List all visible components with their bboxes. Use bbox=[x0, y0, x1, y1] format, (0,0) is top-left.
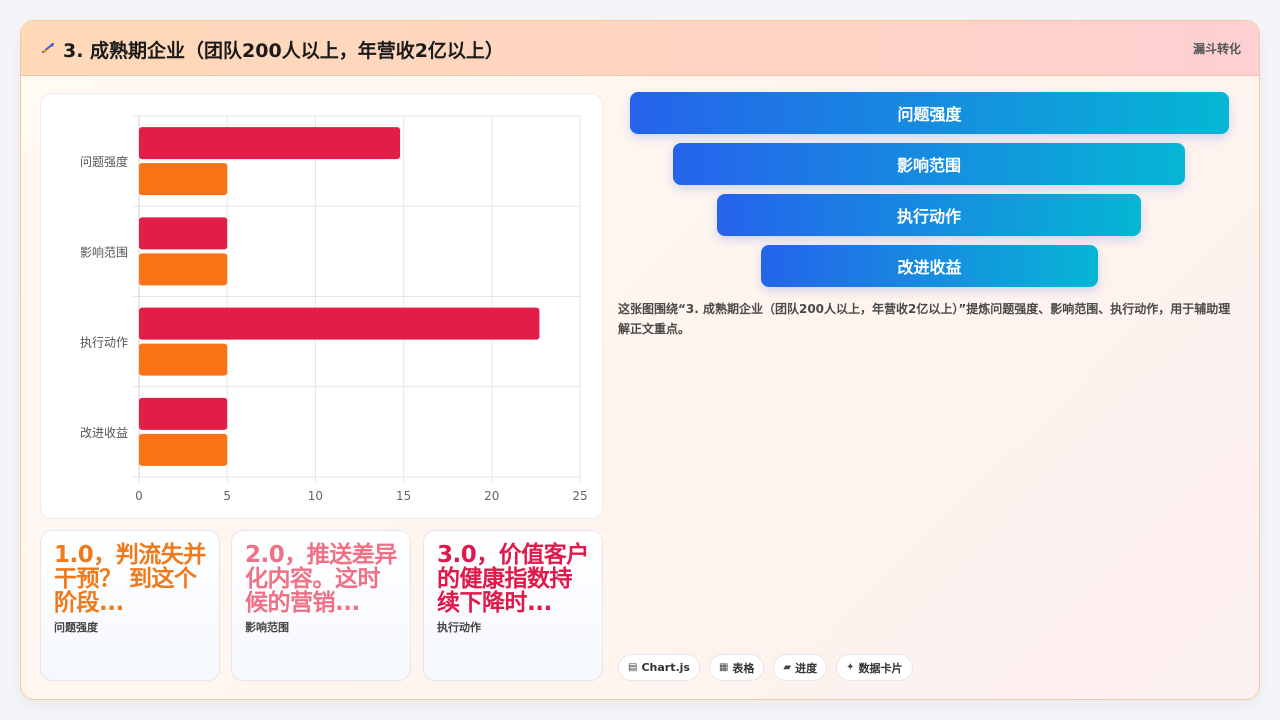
funnel-step-2: 影响范围 bbox=[673, 143, 1185, 185]
x-tick-label: 10 bbox=[308, 489, 323, 503]
sparkle-icon: ✦ bbox=[846, 662, 855, 673]
y-tick-label: 影响范围 bbox=[80, 244, 128, 259]
y-tick-label: 问题强度 bbox=[80, 154, 128, 169]
chip-label: Chart.js bbox=[641, 661, 690, 674]
stat-value: 2.0，推送差异化内容。这时候的营销... bbox=[245, 542, 397, 616]
table-icon: ▦ bbox=[718, 662, 729, 673]
progress-icon: ▰ bbox=[783, 662, 792, 673]
bar bbox=[139, 163, 228, 196]
x-tick-label: 15 bbox=[396, 489, 411, 503]
chip-progress[interactable]: ▰ 进度 bbox=[773, 654, 828, 681]
stat-label: 执行动作 bbox=[437, 621, 481, 634]
funnel-step-3: 执行动作 bbox=[717, 194, 1141, 236]
stat-card-3: 3.0，价值客户的健康指数持续下降时... 执行动作 bbox=[423, 530, 603, 681]
funnel-step-4: 改进收益 bbox=[761, 245, 1098, 287]
bar-chart-panel: 0 5 10 15 20 25 问题强度影响范围执行动作改进收益 bbox=[40, 93, 603, 519]
chart-icon: ▤ bbox=[628, 662, 638, 673]
y-tick-label: 改进收益 bbox=[80, 426, 128, 440]
page-title: 3. 成熟期企业（团队200人以上，年营收2亿以上） bbox=[63, 40, 504, 62]
chip-chartjs[interactable]: ▤ Chart.js bbox=[618, 654, 700, 681]
bar bbox=[139, 307, 540, 340]
bar bbox=[139, 253, 228, 286]
chip-label: 表格 bbox=[732, 661, 755, 675]
x-tick-label: 5 bbox=[223, 489, 231, 503]
chip-data-card[interactable]: ✦ 数据卡片 bbox=[836, 654, 913, 681]
chip-table[interactable]: ▦ 表格 bbox=[708, 654, 765, 681]
chip-label: 进度 bbox=[795, 661, 818, 675]
stat-label: 影响范围 bbox=[245, 621, 289, 634]
stat-label: 问题强度 bbox=[54, 621, 98, 634]
x-tick-label: 25 bbox=[572, 489, 587, 503]
feature-chips: ▤ Chart.js ▦ 表格 ▰ 进度 ✦ 数据卡片 bbox=[618, 654, 913, 681]
chip-label: 数据卡片 bbox=[858, 661, 903, 675]
stat-value: 1.0，判流失并干预？ 到这个阶段... bbox=[54, 542, 206, 616]
stat-card-2: 2.0，推送差异化内容。这时候的营销... 影响范围 bbox=[231, 530, 411, 681]
funnel-badge: 漏斗转化 bbox=[1192, 42, 1241, 56]
y-tick-label: 执行动作 bbox=[80, 336, 128, 350]
chart-description: 这张图围绕“3. 成熟期企业（团队200人以上，年营收2亿以上）”提炼问题强度、… bbox=[618, 302, 1231, 336]
bar bbox=[139, 343, 228, 376]
bar bbox=[139, 397, 228, 430]
bar bbox=[139, 433, 228, 466]
bar bbox=[139, 217, 228, 250]
stat-card-1: 1.0，判流失并干预？ 到这个阶段... 问题强度 bbox=[40, 530, 220, 681]
bar bbox=[139, 127, 401, 160]
header-bar: 3. 成熟期企业（团队200人以上，年营收2亿以上） 漏斗转化 bbox=[21, 21, 1259, 76]
x-tick-label: 20 bbox=[484, 489, 499, 503]
funnel-step-1: 问题强度 bbox=[630, 92, 1229, 134]
x-tick-label: 0 bbox=[135, 489, 143, 503]
slide-card: 3. 成熟期企业（团队200人以上，年营收2亿以上） 漏斗转化 0 5 10 15 20… bbox=[20, 20, 1260, 700]
bar-chart: 0 5 10 15 20 25 问题强度影响范围执行动作改进收益 bbox=[80, 115, 588, 503]
rocket-icon bbox=[42, 43, 54, 53]
stat-value: 3.0，价值客户的健康指数持续下降时... bbox=[437, 542, 589, 616]
